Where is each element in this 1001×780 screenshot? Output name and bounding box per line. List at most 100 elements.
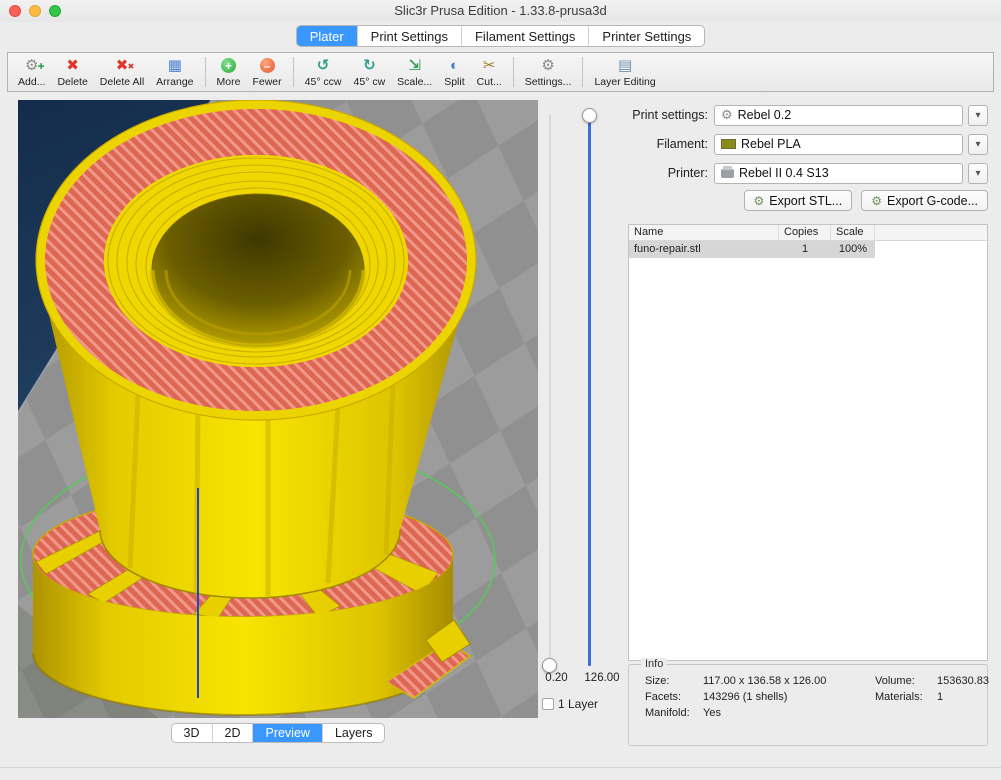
info-box: Info Size: 117.00 x 136.58 x 126.00 Volu… xyxy=(628,664,988,746)
arrange-icon: ▦ xyxy=(168,57,182,75)
delete-all-button[interactable]: ✖✖ Delete All xyxy=(94,54,150,90)
tab-filament-settings[interactable]: Filament Settings xyxy=(461,26,588,46)
toolbar-separator xyxy=(513,57,514,87)
materials-value: 1 xyxy=(937,691,989,703)
filament-value: Rebel PLA xyxy=(741,137,801,151)
titlebar: Slic3r Prusa Edition - 1.33.8-prusa3d xyxy=(0,0,1001,22)
model-object[interactable] xyxy=(33,100,476,715)
rotate-ccw-icon: ↺ xyxy=(317,57,330,75)
toolbar-separator xyxy=(293,57,294,87)
manifold-value: Yes xyxy=(703,707,875,719)
cell-copies: 1 xyxy=(779,241,831,258)
printer-select[interactable]: Rebel II 0.4 S13 xyxy=(714,163,963,184)
tab-printer-settings[interactable]: Printer Settings xyxy=(588,26,704,46)
materials-label: Materials: xyxy=(875,691,937,703)
layer-slider-panel: 0.20 126.00 1 Layer xyxy=(538,100,628,725)
delete-all-icon: ✖✖ xyxy=(116,57,129,75)
volume-value: 153630.83 xyxy=(937,675,989,687)
print-settings-select[interactable]: ⚙ Rebel 0.2 xyxy=(714,105,963,126)
filament-label: Filament: xyxy=(628,137,714,151)
rotate-cw-icon: ↻ xyxy=(363,57,376,75)
window-bottom-divider xyxy=(0,767,1001,768)
fewer-button[interactable]: – Fewer xyxy=(246,54,287,90)
object-table: Name Copies Scale funo-repair.stl 1 100% xyxy=(628,224,988,661)
toolbar: ⚙✚ Add... ✖ Delete ✖✖ Delete All ▦ Arran… xyxy=(7,52,994,92)
size-value: 117.00 x 136.58 x 126.00 xyxy=(703,675,875,687)
more-icon: + xyxy=(221,57,236,75)
tab-plater[interactable]: Plater xyxy=(297,26,357,46)
chevron-down-icon: ▾ xyxy=(975,168,980,179)
cell-name: funo-repair.stl xyxy=(629,241,779,258)
fewer-icon: – xyxy=(260,57,275,75)
export-stl-button[interactable]: ⚙ Export STL... xyxy=(744,190,853,211)
toolbar-separator xyxy=(205,57,206,87)
manifold-label: Manifold: xyxy=(645,707,703,719)
delete-button[interactable]: ✖ Delete xyxy=(51,54,93,90)
view-3d-button[interactable]: 3D xyxy=(172,724,212,742)
printer-value: Rebel II 0.4 S13 xyxy=(739,166,829,180)
one-layer-label: 1 Layer xyxy=(558,697,598,711)
gear-icon: ⚙ xyxy=(754,194,765,208)
window-title: Slic3r Prusa Edition - 1.33.8-prusa3d xyxy=(0,3,1001,18)
bottom-layer-slider-thumb[interactable] xyxy=(542,658,557,673)
filament-select[interactable]: Rebel PLA xyxy=(714,134,963,155)
bottom-layer-slider-track[interactable] xyxy=(549,114,551,666)
printer-dropdown-button[interactable]: ▾ xyxy=(968,163,988,184)
print-settings-label: Print settings: xyxy=(628,108,714,122)
view-preview-button[interactable]: Preview xyxy=(252,724,321,742)
size-label: Size: xyxy=(645,675,703,687)
top-layer-slider-thumb[interactable] xyxy=(582,108,597,123)
filament-dropdown-button[interactable]: ▾ xyxy=(968,134,988,155)
top-layer-slider-track[interactable] xyxy=(588,114,591,666)
info-box-title: Info xyxy=(641,658,667,670)
toolbar-separator xyxy=(582,57,583,87)
column-copies[interactable]: Copies xyxy=(779,225,831,240)
print-settings-dropdown-button[interactable]: ▾ xyxy=(968,105,988,126)
gear-icon: ⚙ xyxy=(871,194,882,208)
app-window: Slic3r Prusa Edition - 1.33.8-prusa3d Pl… xyxy=(0,0,1001,780)
gear-icon: ⚙ xyxy=(721,107,733,123)
facets-value: 143296 (1 shells) xyxy=(703,691,875,703)
one-layer-checkbox[interactable] xyxy=(542,698,554,710)
arrange-button[interactable]: ▦ Arrange xyxy=(150,54,199,90)
add-button[interactable]: ⚙✚ Add... xyxy=(12,54,51,90)
bottom-layer-value: 0.20 xyxy=(538,672,575,684)
rotate-ccw-button[interactable]: ↺ 45° ccw xyxy=(299,54,348,90)
facets-label: Facets: xyxy=(645,691,703,703)
settings-button[interactable]: ⚙ Settings... xyxy=(519,54,578,90)
print-settings-value: Rebel 0.2 xyxy=(738,108,792,122)
chevron-down-icon: ▾ xyxy=(975,110,980,121)
printer-icon xyxy=(721,169,734,178)
volume-label: Volume: xyxy=(875,675,937,687)
cell-scale: 100% xyxy=(831,241,875,258)
column-name[interactable]: Name xyxy=(629,225,779,240)
column-scale[interactable]: Scale xyxy=(831,225,875,240)
tab-bar: Plater Print Settings Filament Settings … xyxy=(0,25,1001,48)
tab-group: Plater Print Settings Filament Settings … xyxy=(296,25,706,47)
add-icon: ⚙✚ xyxy=(25,57,38,75)
cut-icon: ✂ xyxy=(483,57,496,75)
view-2d-button[interactable]: 2D xyxy=(212,724,253,742)
printer-label: Printer: xyxy=(628,166,714,180)
rotate-cw-button[interactable]: ↻ 45° cw xyxy=(348,54,392,90)
filament-swatch xyxy=(721,139,736,149)
export-gcode-button[interactable]: ⚙ Export G-code... xyxy=(861,190,988,211)
delete-icon: ✖ xyxy=(66,57,79,75)
split-button[interactable]: ◐ Split xyxy=(438,54,470,90)
cut-button[interactable]: ✂ Cut... xyxy=(471,54,508,90)
gear-icon: ⚙ xyxy=(541,57,554,75)
table-header: Name Copies Scale xyxy=(629,225,987,241)
top-layer-value: 126.00 xyxy=(579,672,625,684)
one-layer-control: 1 Layer xyxy=(542,697,598,711)
3d-viewport[interactable] xyxy=(18,100,538,718)
more-button[interactable]: + More xyxy=(211,54,247,90)
chevron-down-icon: ▾ xyxy=(975,139,980,150)
table-row[interactable]: funo-repair.stl 1 100% xyxy=(629,241,987,258)
scale-button[interactable]: ⇲ Scale... xyxy=(391,54,438,90)
layer-editing-button[interactable]: ▤ Layer Editing xyxy=(588,54,661,90)
view-layers-button[interactable]: Layers xyxy=(322,724,385,742)
view-mode-bar: 3D 2D Preview Layers xyxy=(18,723,538,743)
scale-icon: ⇲ xyxy=(408,57,421,75)
tab-print-settings[interactable]: Print Settings xyxy=(357,26,461,46)
split-icon: ◐ xyxy=(450,57,459,75)
